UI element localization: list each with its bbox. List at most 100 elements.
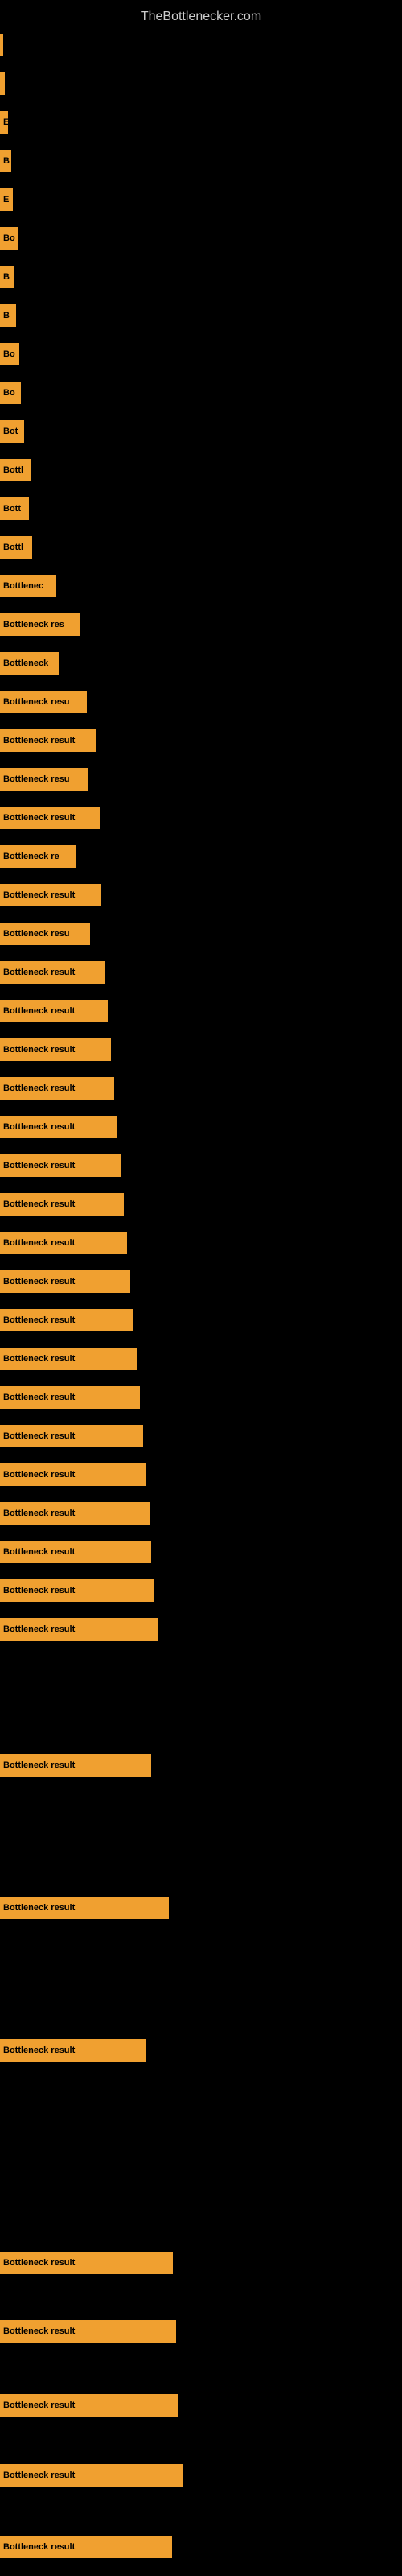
- result-bar: Bottleneck result: [0, 1502, 150, 1525]
- bar-row: Bottleneck result: [0, 2462, 402, 2488]
- result-bar: Bottleneck result: [0, 807, 100, 829]
- result-bar: E: [0, 111, 8, 134]
- bar-row: Bottleneck result: [0, 1037, 402, 1063]
- result-bar: Bottlenec: [0, 575, 56, 597]
- result-bar: [0, 72, 5, 95]
- bar-row: Bottleneck result: [0, 1075, 402, 1101]
- bar-row: Bottleneck result: [0, 1346, 402, 1372]
- result-bar: Bottleneck result: [0, 729, 96, 752]
- bar-row: Bottl: [0, 535, 402, 560]
- result-bar: [0, 34, 3, 56]
- bar-row: Bottleneck result: [0, 1307, 402, 1333]
- bar-row: Bottleneck result: [0, 1191, 402, 1217]
- result-bar: Bottleneck result: [0, 1232, 127, 1254]
- bar-row: Bottleneck result: [0, 1114, 402, 1140]
- result-bar: Bottleneck: [0, 652, 59, 675]
- result-bar: B: [0, 150, 11, 172]
- bar-row: Bottleneck result: [0, 1895, 402, 1921]
- bar-row: Bottleneck result: [0, 2318, 402, 2344]
- result-bar: Bottleneck result: [0, 1270, 130, 1293]
- bar-row: Bottleneck result: [0, 882, 402, 908]
- result-bar: Bottleneck result: [0, 2394, 178, 2417]
- result-bar: Bo: [0, 227, 18, 250]
- bar-row: E: [0, 109, 402, 135]
- result-bar: Bottl: [0, 459, 31, 481]
- bar-row: Bottleneck res: [0, 612, 402, 638]
- result-bar: Bottleneck result: [0, 1154, 121, 1177]
- bar-row: Bottleneck result: [0, 2250, 402, 2276]
- bar-row: Bottleneck result: [0, 1153, 402, 1179]
- result-bar: Bottleneck result: [0, 1897, 169, 1919]
- result-bar: Bottleneck result: [0, 1579, 154, 1602]
- bar-row: B: [0, 264, 402, 290]
- bar-row: Bottleneck result: [0, 1501, 402, 1526]
- bar-row: Bottleneck result: [0, 805, 402, 831]
- bar-row: Bottleneck result: [0, 2534, 402, 2560]
- result-bar: Bottleneck result: [0, 961, 105, 984]
- result-bar: Bottleneck result: [0, 1425, 143, 1447]
- bar-row: Bottlenec: [0, 573, 402, 599]
- bar-row: Bottleneck re: [0, 844, 402, 869]
- bar-row: Bot: [0, 419, 402, 444]
- bar-row: Bottleneck result: [0, 1423, 402, 1449]
- result-bar: Bot: [0, 420, 24, 443]
- bar-row: Bottleneck result: [0, 998, 402, 1024]
- result-bar: Bottleneck result: [0, 2464, 183, 2487]
- result-bar: Bottleneck result: [0, 2536, 172, 2558]
- result-bar: Bottleneck result: [0, 1541, 151, 1563]
- result-bar: Bottleneck res: [0, 613, 80, 636]
- result-bar: Bottl: [0, 536, 32, 559]
- result-bar: Bottleneck result: [0, 1618, 158, 1641]
- result-bar: Bottleneck result: [0, 2039, 146, 2062]
- result-bar: Bottleneck re: [0, 845, 76, 868]
- bar-row: Bottleneck result: [0, 1269, 402, 1294]
- bar-row: Bottleneck result: [0, 960, 402, 985]
- bar-row: Bottleneck result: [0, 1462, 402, 1488]
- result-bar: E: [0, 188, 13, 211]
- bar-row: Bottleneck result: [0, 2392, 402, 2418]
- result-bar: Bottleneck result: [0, 1463, 146, 1486]
- result-bar: Bottleneck resu: [0, 768, 88, 791]
- bar-row: E: [0, 187, 402, 213]
- result-bar: Bottleneck result: [0, 1193, 124, 1216]
- result-bar: Bottleneck result: [0, 1038, 111, 1061]
- bar-row: Bottleneck resu: [0, 689, 402, 715]
- bar-row: Bo: [0, 341, 402, 367]
- bar-row: Bo: [0, 380, 402, 406]
- bar-row: Bottleneck result: [0, 728, 402, 753]
- result-bar: Bottleneck resu: [0, 691, 87, 713]
- bar-row: Bottleneck result: [0, 1578, 402, 1604]
- bar-row: Bottleneck result: [0, 2037, 402, 2063]
- result-bar: Bottleneck result: [0, 884, 101, 906]
- site-title: TheBottlenecker.com: [0, 3, 402, 31]
- result-bar: Bottleneck result: [0, 1386, 140, 1409]
- result-bar: Bo: [0, 382, 21, 404]
- bar-row: Bottleneck result: [0, 1385, 402, 1410]
- bar-row: Bottleneck resu: [0, 921, 402, 947]
- bar-row: Bottleneck result: [0, 1230, 402, 1256]
- result-bar: Bottleneck result: [0, 1348, 137, 1370]
- result-bar: Bottleneck result: [0, 1754, 151, 1777]
- bar-row: Bottleneck: [0, 650, 402, 676]
- result-bar: Bottleneck result: [0, 1309, 133, 1331]
- bar-row: Bo: [0, 225, 402, 251]
- bar-row: [0, 71, 402, 97]
- result-bar: Bottleneck resu: [0, 923, 90, 945]
- bar-row: Bottleneck resu: [0, 766, 402, 792]
- result-bar: Bottleneck result: [0, 1116, 117, 1138]
- result-bar: B: [0, 266, 14, 288]
- result-bar: Bo: [0, 343, 19, 365]
- result-bar: Bottleneck result: [0, 2252, 173, 2274]
- bar-row: B: [0, 148, 402, 174]
- result-bar: Bott: [0, 497, 29, 520]
- bar-row: Bottl: [0, 457, 402, 483]
- bar-row: [0, 32, 402, 58]
- bar-row: Bott: [0, 496, 402, 522]
- result-bar: B: [0, 304, 16, 327]
- result-bar: Bottleneck result: [0, 1000, 108, 1022]
- bar-row: Bottleneck result: [0, 1539, 402, 1565]
- result-bar: Bottleneck result: [0, 1077, 114, 1100]
- result-bar: Bottleneck result: [0, 2320, 176, 2343]
- bar-row: Bottleneck result: [0, 1616, 402, 1642]
- bar-row: B: [0, 303, 402, 328]
